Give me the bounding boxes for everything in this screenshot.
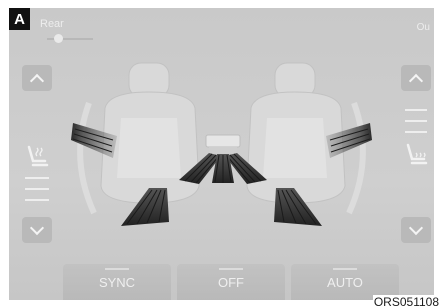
figure-badge: A (9, 8, 30, 30)
figure-code: ORS051108 (372, 295, 440, 308)
left-panel-curve (77, 101, 97, 215)
left-seat-heat-icon[interactable] (23, 143, 51, 171)
right-seat (246, 62, 346, 204)
off-button[interactable]: OFF (177, 264, 285, 300)
cabin-illustration (71, 62, 372, 226)
chevron-up-icon (29, 73, 45, 88)
climate-screen: Rear Ou SYNC OFF AUTO (9, 8, 434, 300)
sync-button-label: SYNC (98, 274, 136, 290)
right-level-bar-1 (405, 109, 427, 111)
left-level-bar-2 (25, 188, 49, 190)
right-panel-curve (346, 101, 366, 215)
left-level-bar-3 (25, 199, 49, 201)
off-button-label: OFF (218, 274, 244, 290)
right-temp-down-button[interactable] (401, 217, 431, 243)
right-level-bar-2 (405, 120, 427, 122)
sync-button[interactable]: SYNC (63, 264, 171, 300)
left-seat (100, 62, 200, 204)
right-seat-heat-icon[interactable] (402, 141, 430, 169)
chevron-down-icon (408, 220, 424, 235)
center-console (205, 134, 241, 153)
auto-button-label: AUTO (327, 274, 363, 290)
left-level-bar-1 (25, 177, 49, 179)
chevron-up-icon (408, 73, 424, 88)
left-temp-up-button[interactable] (22, 65, 52, 91)
right-temp-up-button[interactable] (401, 65, 431, 91)
left-temp-down-button[interactable] (22, 217, 52, 243)
right-level-bar-3 (405, 131, 427, 133)
chevron-down-icon (29, 220, 45, 235)
